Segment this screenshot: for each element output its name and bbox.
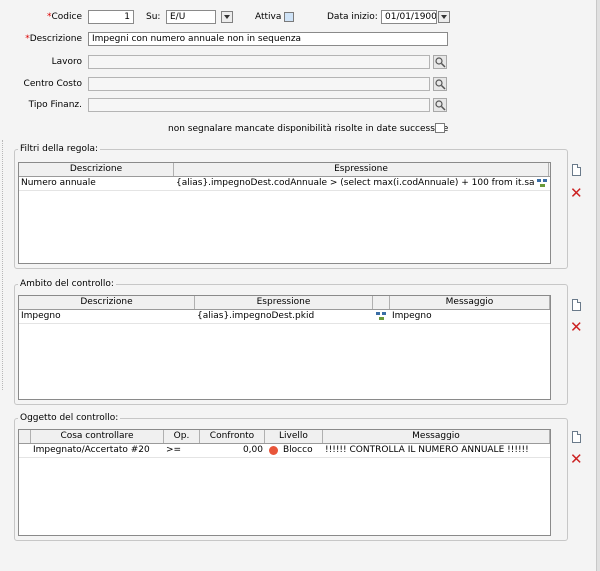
ambito-group: Ambito del controllo: Descrizione Espres… <box>14 279 583 405</box>
oggetto-col-messaggio[interactable]: Messaggio <box>323 430 550 443</box>
centro-costo-lookup-icon[interactable] <box>433 77 447 91</box>
expression-editor-icon[interactable] <box>537 178 548 189</box>
oggetto-cell-op[interactable]: >= <box>164 444 200 457</box>
delete-x-icon[interactable]: ✕ <box>570 319 584 335</box>
expression-editor-icon[interactable] <box>376 311 387 322</box>
ambito-cell-espressione[interactable]: {alias}.impegnoDest.pkid <box>195 310 373 323</box>
delete-x-icon[interactable]: ✕ <box>570 185 584 201</box>
ambito-col-espressione[interactable]: Espressione <box>195 296 373 309</box>
filtri-cell-espressione[interactable]: {alias}.impegnoDest.codAnnuale > (select… <box>174 177 534 190</box>
centro-costo-label: Centro Costo <box>23 79 82 89</box>
oggetto-cell-livello[interactable]: Blocco <box>281 444 323 457</box>
splitter-dots[interactable] <box>2 140 4 390</box>
table-row[interactable]: Impegnato/Accertato #20 >= 0,00 Blocco !… <box>19 444 550 458</box>
non-segnalare-checkbox[interactable] <box>435 123 445 133</box>
filtri-title: Filtri della regola: <box>18 144 101 154</box>
ambito-cell-messaggio[interactable]: Impegno <box>390 310 550 323</box>
oggetto-table[interactable]: Cosa controllare Op. Confronto Livello M… <box>18 429 551 536</box>
new-document-icon[interactable] <box>570 299 584 313</box>
new-document-icon[interactable] <box>570 164 584 178</box>
table-row[interactable]: Numero annuale {alias}.impegnoDest.codAn… <box>19 177 550 191</box>
descrizione-label: *Descrizione <box>25 34 82 44</box>
filtri-col-espressione[interactable]: Espressione <box>174 163 549 176</box>
right-edge-separator <box>596 0 600 571</box>
filtri-cell-descrizione[interactable]: Numero annuale <box>19 177 174 190</box>
ambito-header: Descrizione Espressione Messaggio <box>19 296 550 310</box>
oggetto-col-op[interactable]: Op. <box>164 430 200 443</box>
table-row[interactable]: Impegno {alias}.impegnoDest.pkid Impegno <box>19 310 550 324</box>
su-dropdown-icon[interactable] <box>221 11 233 23</box>
codice-field[interactable]: 1 <box>88 10 134 24</box>
red-circle-icon <box>269 446 278 455</box>
delete-x-icon[interactable]: ✕ <box>570 451 584 467</box>
oggetto-cell-messaggio[interactable]: !!!!!! CONTROLLA IL NUMERO ANNUALE !!!!!… <box>323 444 550 457</box>
centro-costo-field[interactable] <box>88 77 430 91</box>
filtri-col-descrizione[interactable]: Descrizione <box>19 163 174 176</box>
new-document-icon[interactable] <box>570 431 584 445</box>
data-inizio-label: Data inizio: <box>327 12 378 22</box>
tipo-finanz-label: Tipo Finanz. <box>28 100 82 110</box>
ambito-col-descrizione[interactable]: Descrizione <box>19 296 195 309</box>
oggetto-cell-cosa[interactable]: Impegnato/Accertato #20 <box>31 444 164 457</box>
su-label: Su: <box>146 12 161 22</box>
su-select[interactable]: E/U <box>166 10 216 24</box>
oggetto-header: Cosa controllare Op. Confronto Livello M… <box>19 430 550 444</box>
calendar-dropdown-icon[interactable] <box>438 11 450 23</box>
lavoro-label: Lavoro <box>51 57 82 67</box>
data-inizio-field[interactable]: 01/01/1900 <box>381 10 437 24</box>
filtri-table[interactable]: Descrizione Espressione Numero annuale {… <box>18 162 551 264</box>
tipo-finanz-field[interactable] <box>88 98 430 112</box>
filtri-header: Descrizione Espressione <box>19 163 550 177</box>
oggetto-cell-confronto[interactable]: 0,00 <box>200 444 265 457</box>
filtri-group: Filtri della regola: Descrizione Espress… <box>14 144 583 269</box>
lavoro-lookup-icon[interactable] <box>433 55 447 69</box>
non-segnalare-label: non segnalare mancate disponibilità riso… <box>168 124 449 134</box>
ambito-cell-descrizione[interactable]: Impegno <box>19 310 195 323</box>
oggetto-col-livello[interactable]: Livello <box>265 430 323 443</box>
codice-label: *Codice <box>47 12 82 22</box>
descrizione-field[interactable]: Impegni con numero annuale non in sequen… <box>88 32 448 46</box>
oggetto-title: Oggetto del controllo: <box>18 413 121 423</box>
lavoro-field[interactable] <box>88 55 430 69</box>
ambito-table[interactable]: Descrizione Espressione Messaggio Impegn… <box>18 295 551 400</box>
ambito-col-messaggio[interactable]: Messaggio <box>390 296 550 309</box>
oggetto-col-cosa[interactable]: Cosa controllare <box>31 430 164 443</box>
tipo-finanz-lookup-icon[interactable] <box>433 98 447 112</box>
oggetto-col-confronto[interactable]: Confronto <box>200 430 265 443</box>
attiva-checkbox[interactable] <box>284 12 294 22</box>
oggetto-col-selector[interactable] <box>19 430 31 443</box>
ambito-col-icon[interactable] <box>373 296 390 309</box>
ambito-title: Ambito del controllo: <box>18 279 116 289</box>
attiva-label: Attiva <box>255 12 282 22</box>
oggetto-group: Oggetto del controllo: Cosa controllare … <box>14 413 583 541</box>
